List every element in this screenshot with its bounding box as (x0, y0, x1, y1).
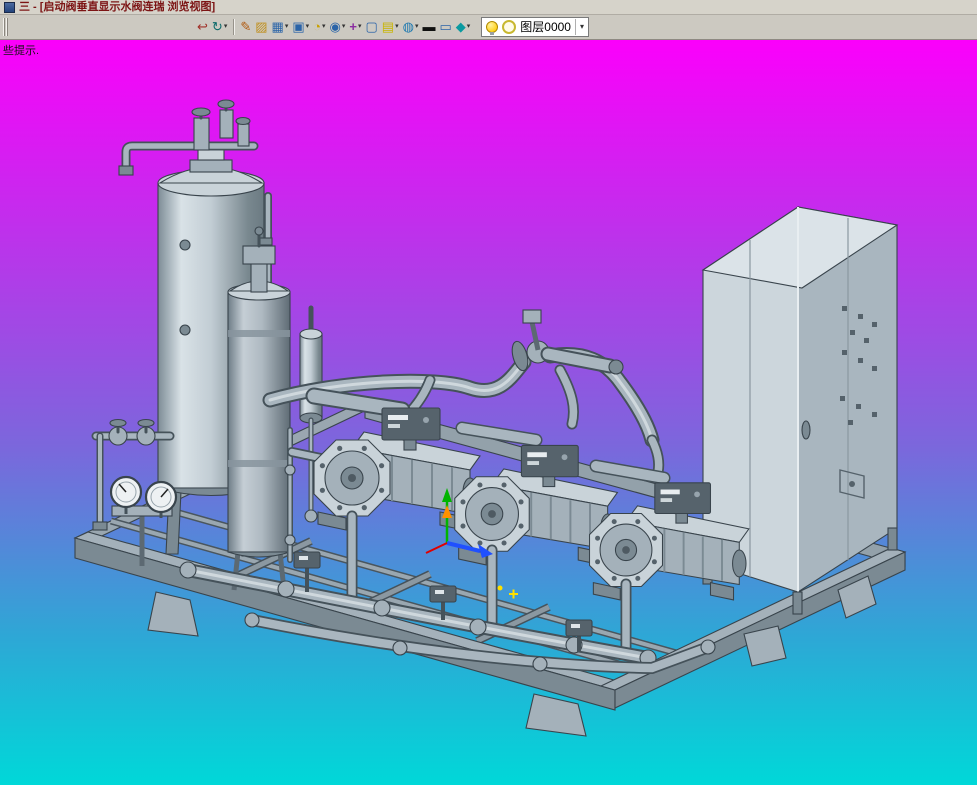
render-pie-icon-dropdown[interactable]: ▾ (322, 18, 326, 36)
frame-icon: ▢ (365, 19, 378, 34)
titlebar: 三 - [启动阀垂直显示水阀连瑞 浏览视图] (0, 0, 977, 15)
zoom-icon[interactable]: ◉ ▾ (329, 18, 347, 36)
line-width-icon[interactable]: ▬ (421, 18, 436, 36)
origin-triad (425, 488, 518, 599)
top-heat-exchangers (305, 387, 671, 485)
front-manifold-piping[interactable] (179, 510, 716, 675)
palette-icon[interactable]: ▨ (254, 18, 268, 36)
suction-header-pipe[interactable] (262, 309, 665, 478)
image-icon[interactable]: ◍ ▾ (402, 18, 420, 36)
frame-icon[interactable]: ▢ (365, 18, 379, 36)
canvas-icon: ▭ (439, 19, 452, 34)
tank-top-valves[interactable] (191, 99, 251, 151)
toolbar-icons: ↩ ↻ ▾ ✎ ▨ ▦ ▾ ▣ ▾ ◔ ▾ ◉ ▾ + ▾ ▢ ▤ ▾ ◍ ▾ ▬ ▭ ◆ ▾ (196, 18, 471, 36)
orbit-view-icon[interactable]: ↻ ▾ (211, 18, 228, 36)
left-valve-cluster[interactable] (91, 418, 175, 531)
filter-drier[interactable] (284, 305, 341, 563)
image-icon: ◍ (402, 19, 414, 34)
model-scene (73, 99, 907, 737)
pressure-gauges[interactable] (109, 475, 178, 566)
line-width-icon: ▬ (422, 19, 436, 34)
layer-dropdown-arrow[interactable]: ▾ (574, 19, 584, 35)
canvas-icon[interactable]: ▭ (438, 18, 452, 36)
view-window-icon: ▣ (292, 19, 305, 34)
compressor-2[interactable] (453, 444, 619, 566)
move-axes-icon-dropdown[interactable]: ▾ (358, 18, 362, 36)
solid-cube-icon: ▦ (271, 19, 284, 34)
control-cabinet[interactable] (701, 205, 899, 615)
palette-icon: ▨ (255, 19, 268, 34)
zoom-icon-dropdown[interactable]: ▾ (342, 18, 346, 36)
solid-cube-icon[interactable]: ▦ ▾ (271, 18, 290, 36)
accumulator-tank[interactable] (118, 99, 273, 557)
zoom-icon: ◉ (329, 19, 341, 34)
sketch-pencil-icon: ✎ (240, 19, 252, 34)
pressure-sensors[interactable] (293, 551, 593, 652)
toolbar-separator (233, 19, 235, 35)
cabinet-door-hardware[interactable] (840, 306, 877, 425)
hint-text: 些提示. (3, 45, 40, 57)
view-window-icon[interactable]: ▣ ▾ (291, 18, 310, 36)
render-pie-icon[interactable]: ◔ ▾ (312, 18, 326, 36)
layer-visibility-bulb-icon[interactable] (486, 21, 499, 35)
layer-control[interactable]: 图层0000 ▾ (481, 17, 589, 37)
sheet-icon[interactable]: ▤ ▾ (381, 18, 400, 36)
material-icon-dropdown[interactable]: ▾ (467, 18, 471, 36)
exit-render-icon: ↩ (197, 19, 208, 34)
sketch-pencil-icon[interactable]: ✎ (239, 18, 252, 36)
window-title: 三 - [启动阀垂直显示水阀连瑞 浏览视图] (19, 1, 216, 13)
base-skid-frame[interactable] (73, 399, 907, 737)
move-axes-icon[interactable]: + ▾ (348, 18, 362, 36)
render-pie-icon: ◔ (313, 19, 322, 34)
material-icon[interactable]: ◆ ▾ (455, 18, 472, 36)
viewport-3d[interactable]: 些提示. (0, 40, 977, 785)
layer-color-ring-icon[interactable] (502, 20, 517, 34)
compressor-3[interactable] (588, 481, 750, 601)
sheet-icon: ▤ (381, 19, 395, 34)
compressor-1[interactable] (313, 407, 481, 531)
orbit-view-icon: ↻ (211, 19, 223, 34)
toolbar: ↩ ↻ ▾ ✎ ▨ ▦ ▾ ▣ ▾ ◔ ▾ ◉ ▾ + ▾ ▢ ▤ ▾ ◍ ▾ ▬ ▭ ◆ ▾ 图层0000 ▾ (0, 15, 977, 40)
layer-name: 图层0000 (520, 20, 571, 34)
sheet-icon-dropdown[interactable]: ▾ (395, 18, 399, 36)
solid-cube-icon-dropdown[interactable]: ▾ (285, 18, 289, 36)
main-shutoff-valve[interactable] (509, 309, 624, 375)
orbit-view-icon-dropdown[interactable]: ▾ (224, 18, 228, 36)
cabinet-door-handle[interactable] (801, 420, 811, 440)
exit-render-icon[interactable]: ↩ (196, 18, 209, 36)
move-axes-icon: + (349, 19, 357, 34)
app-icon (4, 1, 15, 13)
toolbar-grip-handle[interactable] (3, 18, 8, 36)
oil-separator-tank[interactable] (227, 226, 291, 591)
view-window-icon-dropdown[interactable]: ▾ (306, 18, 310, 36)
material-icon: ◆ (455, 19, 466, 34)
image-icon-dropdown[interactable]: ▾ (415, 18, 419, 36)
